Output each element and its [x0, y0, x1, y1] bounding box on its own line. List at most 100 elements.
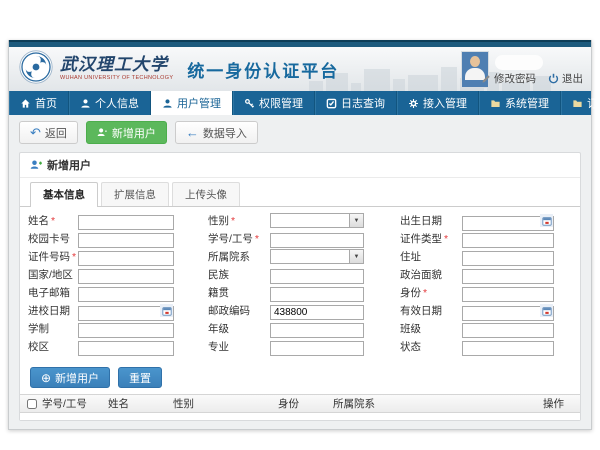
schooling-length-input[interactable] — [78, 323, 174, 338]
form-actions: ⊕ 新增用户 重置 — [20, 361, 580, 394]
field-label: 姓名* — [28, 213, 78, 228]
campus-card-input[interactable] — [78, 233, 174, 248]
university-name: 武汉理工大学 WUHAN UNIVERSITY OF TECHNOLOGY — [60, 57, 173, 82]
back-button[interactable]: ↶ 返回 — [19, 121, 78, 144]
required-asterisk: * — [231, 215, 235, 227]
field-label: 校园卡号 — [28, 231, 78, 246]
col-header-student-id: 学号/工号 — [42, 396, 108, 411]
field-label: 住址 — [400, 249, 462, 264]
col-header-department: 所属院系 — [333, 396, 543, 411]
nav-item-access-management[interactable]: 接入管理 — [397, 91, 479, 115]
nav-item-personal-info[interactable]: 个人信息 — [69, 91, 151, 115]
back-button-label: 返回 — [45, 125, 67, 141]
country-region-input[interactable] — [78, 269, 174, 284]
university-logo — [19, 50, 53, 89]
form-row: 电子邮箱 籍贯 身份* — [28, 285, 580, 300]
form-row: 姓名* 性别* ▼ 出生日期 — [28, 213, 580, 228]
nav-label: 用户管理 — [177, 95, 221, 111]
required-asterisk: * — [72, 251, 76, 263]
gear-icon — [408, 98, 419, 109]
calendar-icon[interactable] — [540, 304, 553, 317]
required-asterisk: * — [444, 233, 448, 245]
pencil-icon — [481, 74, 491, 84]
nav-item-system-management[interactable]: 系统管理 — [479, 91, 561, 115]
field-label: 政治面貌 — [400, 267, 462, 282]
nav-item-home[interactable]: 首页 — [9, 91, 69, 115]
campus-input[interactable] — [78, 341, 174, 356]
field-label: 证件类型* — [400, 231, 462, 246]
email-input[interactable] — [78, 287, 174, 302]
table-header-row: 学号/工号 姓名 性别 身份 所属院系 操作 — [20, 394, 580, 413]
change-password-link[interactable]: 修改密码 — [481, 71, 536, 86]
required-asterisk: * — [255, 233, 259, 245]
nav-item-user-management[interactable]: 用户管理 — [151, 91, 233, 115]
add-user-submit-label: 新增用户 — [55, 370, 99, 386]
native-place-input[interactable] — [270, 287, 364, 302]
field-label: 性别* — [208, 213, 270, 228]
reset-label: 重置 — [129, 370, 151, 386]
form-row: 进校日期 邮政编码 有效日期 — [28, 303, 580, 318]
form-row: 证件号码* 所属院系 ▼ 住址 — [28, 249, 580, 264]
nav-label: 接入管理 — [423, 95, 467, 111]
home-icon — [20, 98, 31, 109]
field-label: 学制 — [28, 321, 78, 336]
nav-item-subscription-management[interactable]: 订阅管理 — [561, 91, 600, 115]
field-label: 国家/地区 — [28, 267, 78, 282]
data-import-label: 数据导入 — [203, 125, 247, 141]
field-label: 年级 — [208, 321, 270, 336]
nav-item-permission-management[interactable]: 权限管理 — [233, 91, 315, 115]
field-label: 班级 — [400, 321, 462, 336]
field-label: 籍贯 — [208, 285, 270, 300]
nav-label: 系统管理 — [505, 95, 549, 111]
grade-input[interactable] — [270, 323, 364, 338]
university-name-cn: 武汉理工大学 — [60, 57, 173, 74]
page-title: 统一身份认证平台 — [187, 57, 339, 82]
add-user-submit-button[interactable]: ⊕ 新增用户 — [30, 367, 110, 388]
ethnicity-input[interactable] — [270, 269, 364, 284]
header-highlight-shape — [495, 55, 543, 70]
gender-select[interactable]: ▼ — [270, 213, 364, 228]
add-user-toolbar-button[interactable]: 新增用户 — [86, 121, 167, 144]
tab-basic-info[interactable]: 基本信息 — [30, 182, 98, 207]
avatar-head — [470, 56, 480, 67]
app-window: 武汉理工大学 WUHAN UNIVERSITY OF TECHNOLOGY 统一… — [8, 40, 592, 430]
field-label: 校区 — [28, 339, 78, 354]
nav-label: 个人信息 — [95, 95, 139, 111]
nav-item-log-query[interactable]: 日志查询 — [315, 91, 397, 115]
tab-upload-avatar[interactable]: 上传头像 — [172, 182, 240, 206]
major-input[interactable] — [270, 341, 364, 356]
toolbar: ↶ 返回 新增用户 ← 数据导入 — [19, 120, 581, 152]
back-arrow-icon: ↶ — [30, 126, 41, 139]
logout-link[interactable]: 退出 — [548, 71, 583, 86]
calendar-icon[interactable] — [160, 304, 173, 317]
header-links: 修改密码 退出 — [481, 71, 583, 86]
id-number-input[interactable] — [78, 251, 174, 266]
calendar-icon[interactable] — [540, 214, 553, 227]
nav-label: 权限管理 — [259, 95, 303, 111]
select-all-checkbox[interactable] — [27, 399, 37, 409]
chevron-down-icon: ▼ — [349, 214, 363, 227]
class-input[interactable] — [462, 323, 554, 338]
name-input[interactable] — [78, 215, 174, 230]
reset-button[interactable]: 重置 — [118, 367, 162, 388]
content-area: ↶ 返回 新增用户 ← 数据导入 新增用户 基本信息 扩展信息 上传头像 — [9, 115, 591, 429]
id-type-input[interactable] — [462, 233, 554, 248]
form-row: 国家/地区 民族 政治面貌 — [28, 267, 580, 282]
department-select[interactable]: ▼ — [270, 249, 364, 264]
col-header-actions: 操作 — [543, 396, 580, 411]
field-label: 身份* — [400, 285, 462, 300]
add-user-toolbar-label: 新增用户 — [112, 125, 156, 141]
address-input[interactable] — [462, 251, 554, 266]
data-import-button[interactable]: ← 数据导入 — [175, 121, 258, 144]
field-label: 出生日期 — [400, 213, 462, 228]
tab-extended-info[interactable]: 扩展信息 — [101, 182, 169, 206]
plus-circle-icon: ⊕ — [41, 372, 51, 384]
nav-label: 首页 — [35, 95, 57, 111]
political-status-input[interactable] — [462, 269, 554, 284]
student-id-input[interactable] — [270, 233, 364, 248]
identity-input[interactable] — [462, 287, 554, 302]
change-password-label: 修改密码 — [494, 71, 536, 86]
postal-code-input[interactable] — [270, 305, 364, 320]
user-add-icon — [30, 159, 42, 171]
status-input[interactable] — [462, 341, 554, 356]
